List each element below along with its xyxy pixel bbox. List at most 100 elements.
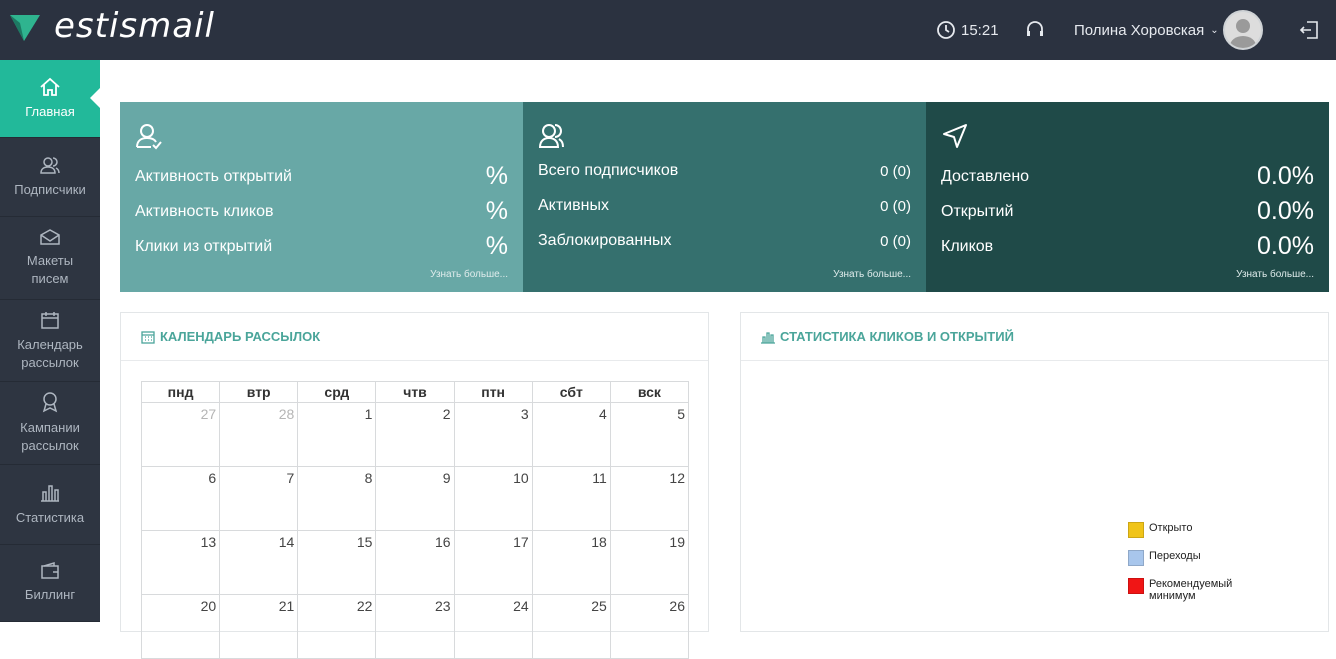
- logo-icon: [10, 15, 40, 41]
- stat-label: Кликов: [941, 237, 994, 255]
- calendar-day[interactable]: 2: [375, 402, 455, 467]
- award-icon: [42, 392, 58, 413]
- sidebar-item-campaigns[interactable]: Кампании рассылок: [0, 382, 100, 465]
- calendar-day[interactable]: 11: [531, 466, 611, 531]
- clock-icon: [937, 21, 955, 39]
- calendar-day[interactable]: 1: [297, 402, 377, 467]
- calendar-day[interactable]: 14: [219, 530, 299, 595]
- calendar-day[interactable]: 27: [140, 402, 221, 467]
- sidebar-item-label: Макеты писем: [26, 253, 74, 286]
- learn-more-link[interactable]: Узнать больше...: [430, 269, 508, 280]
- calendar-day[interactable]: 9: [375, 466, 455, 531]
- calendar-day[interactable]: 4: [531, 402, 611, 467]
- user-name: Полина Хоровская: [1074, 21, 1205, 39]
- panel-title: КАЛЕНДАРЬ РАССЫЛОК: [160, 329, 321, 344]
- panel-title: СТАТИСТИКА КЛИКОВ И ОТКРЫТИЙ: [780, 329, 1014, 344]
- envelope-icon: [40, 229, 60, 245]
- calendar-day[interactable]: 22: [297, 594, 377, 659]
- stat-value: 0.0%: [1257, 197, 1314, 225]
- stat-label: Открытий: [941, 202, 1014, 220]
- calendar-day[interactable]: 25: [531, 594, 611, 659]
- sidebar-item-label: Календарь рассылок: [17, 336, 83, 370]
- calendar-day[interactable]: 17: [453, 530, 533, 595]
- open-activity-card: Активность открытий% Активность кликов% …: [120, 102, 523, 292]
- sidebar-item-billing[interactable]: Биллинг: [0, 545, 100, 622]
- legend-label: Переходы: [1149, 550, 1201, 562]
- stat-label: Активность кликов: [135, 202, 274, 220]
- stat-value: %: [485, 232, 508, 260]
- sidebar-item-subscribers[interactable]: Подписчики: [0, 138, 100, 217]
- logo[interactable]: estismail: [10, 6, 215, 46]
- weekday-header: срд: [297, 381, 377, 403]
- legend-item: Переходы: [1128, 550, 1249, 566]
- stat-label: Доставлено: [941, 167, 1030, 185]
- stat-label: Активных: [538, 197, 609, 214]
- calendar-icon: [41, 311, 59, 329]
- calendar-day[interactable]: 3: [453, 402, 533, 467]
- legend-item: Открыто: [1128, 522, 1249, 538]
- calendar-day[interactable]: 18: [531, 530, 611, 595]
- send-icon: [943, 124, 967, 148]
- home-icon: [40, 77, 60, 96]
- users-icon: [538, 124, 564, 148]
- stat-value: 0 (0): [880, 197, 911, 215]
- weekday-header: сбт: [531, 381, 611, 403]
- stat-value: %: [485, 197, 508, 225]
- legend-label: Открыто: [1149, 522, 1193, 534]
- calendar-day[interactable]: 8: [297, 466, 377, 531]
- calendar-day[interactable]: 20: [140, 594, 221, 659]
- calendar-day[interactable]: 16: [375, 530, 455, 595]
- calendar-panel: КАЛЕНДАРЬ РАССЫЛОК пнд втр срд чтв птн сбт вск…: [120, 312, 709, 659]
- calendar-day[interactable]: 21: [219, 594, 299, 659]
- avatar: [1222, 10, 1263, 50]
- sidebar-item-templates[interactable]: Макеты писем: [0, 217, 100, 300]
- sidebar-item-home[interactable]: Главная: [0, 60, 100, 138]
- stat-value: 0.0%: [1257, 232, 1314, 260]
- weekday-header: пнд: [140, 381, 221, 403]
- calendar-day[interactable]: 12: [609, 466, 690, 531]
- calendar-day[interactable]: 6: [140, 466, 221, 531]
- support-button[interactable]: [1025, 0, 1045, 60]
- calendar-day[interactable]: 5: [609, 402, 690, 467]
- wallet-icon: [41, 562, 59, 579]
- calendar-day[interactable]: 13: [140, 530, 221, 595]
- calendar-day[interactable]: 28: [219, 402, 299, 467]
- top-bar: estismail 15:21 Полина Хоровская ⌄: [0, 0, 1336, 60]
- stat-label: Активность открытий: [135, 167, 292, 185]
- legend-swatch: [1128, 522, 1144, 538]
- calendar-day[interactable]: 15: [297, 530, 377, 595]
- calendar-day[interactable]: 7: [219, 466, 299, 531]
- calendar-day[interactable]: 26: [609, 594, 690, 659]
- subscribers-card: Всего подписчиков 0 (0) Активных 0 (0) Заб…: [523, 102, 926, 292]
- bar-chart-icon: [761, 331, 775, 344]
- calendar-grid: пнд втр срд чтв птн сбт вск 27 28 1 2 3 4 5 6 7 8 9 10 11 1…: [140, 381, 690, 659]
- calendar-day[interactable]: 19: [609, 530, 690, 595]
- calendar-day[interactable]: 10: [453, 466, 533, 531]
- bar-chart-icon: [41, 484, 59, 502]
- sidebar-item-calendar[interactable]: Календарь рассылок: [0, 300, 100, 382]
- time: 15:21: [961, 21, 999, 39]
- learn-more-link[interactable]: Узнать больше...: [1236, 269, 1314, 280]
- stat-label: Заблокированных: [538, 232, 672, 249]
- sidebar-item-statistics[interactable]: Статистика: [0, 465, 100, 545]
- calendar-day[interactable]: 23: [375, 594, 455, 659]
- stat-value: 0 (0): [880, 232, 911, 250]
- stat-value: %: [485, 162, 508, 190]
- logout-button[interactable]: [1298, 0, 1320, 60]
- stat-value: 0.0%: [1257, 162, 1314, 190]
- sidebar-item-label: Биллинг: [24, 587, 76, 602]
- weekday-header: вск: [609, 381, 690, 403]
- logout-icon: [1299, 21, 1318, 39]
- stat-label: Всего подписчиков: [538, 162, 679, 179]
- stat-label: Клики из открытий: [135, 237, 273, 255]
- calendar-day[interactable]: 24: [453, 594, 533, 659]
- sidebar-item-label: Подписчики: [14, 182, 86, 197]
- chevron-down-icon: ⌄: [1210, 24, 1219, 36]
- stat-value: 0 (0): [880, 162, 911, 180]
- calendar-week: 20 21 22 23 24 25 26: [140, 594, 690, 659]
- sidebar: Главная Подписчики Макеты писем Календар…: [0, 60, 100, 622]
- learn-more-link[interactable]: Узнать больше...: [833, 269, 911, 280]
- calendar-icon: [141, 330, 155, 344]
- brand-name: estismail: [54, 6, 215, 46]
- user-menu[interactable]: Полина Хоровская ⌄: [1074, 0, 1263, 60]
